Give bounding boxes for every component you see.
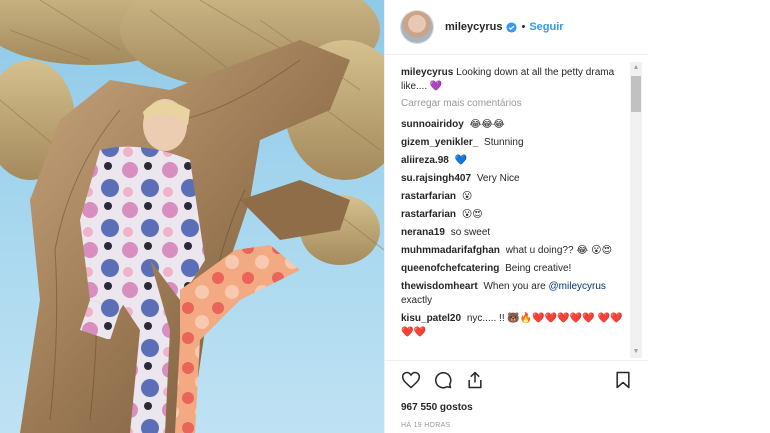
scroll-down-arrow-icon[interactable]: ▼ <box>630 346 642 358</box>
likes-count[interactable]: 967 550 gostos <box>401 402 633 413</box>
comment-username[interactable]: muhmmadarifafghan <box>401 245 500 256</box>
emoji-group-icon: 😂 😮😍 <box>576 245 613 256</box>
comment: nerana19 so sweet <box>401 226 627 240</box>
load-more-comments-link[interactable]: Carregar mais comentários <box>401 98 627 109</box>
comment-username[interactable]: aliireza.98 <box>401 155 449 166</box>
comment-text: Being creative! <box>505 263 572 274</box>
comment-username[interactable]: su.rajsingh407 <box>401 173 471 184</box>
comment-text: so sweet <box>450 227 491 238</box>
post-actions: 967 550 gostos HÁ 19 HORAS <box>385 360 649 429</box>
comment: sunnoairidoy 😂😂😂 <box>401 118 627 132</box>
purple-heart-icon: 💜 <box>429 81 443 92</box>
comment: queenofchefcatering Being creative! <box>401 262 627 276</box>
post-photo[interactable] <box>0 0 384 433</box>
comment: aliireza.98 💙 <box>401 154 627 168</box>
comment: su.rajsingh407 Very Nice <box>401 172 627 186</box>
action-icons <box>401 369 633 391</box>
share-icon[interactable] <box>465 370 485 390</box>
caption-username[interactable]: mileycyrus <box>401 67 453 78</box>
surprised-heart-eyes-emoji-icon: 😮😍 <box>461 209 483 220</box>
post-header: mileycyrus • Seguir <box>385 0 648 55</box>
avatar[interactable] <box>401 11 433 43</box>
comment-text: Very Nice <box>476 173 520 184</box>
page-background <box>648 0 770 433</box>
comment-username[interactable]: queenofchefcatering <box>401 263 499 274</box>
header-separator: • <box>521 21 526 33</box>
comment-mention-link[interactable]: @mileycyrus <box>549 281 606 292</box>
comment-text: When you are <box>483 281 546 292</box>
bookmark-icon[interactable] <box>613 370 633 390</box>
comment-username[interactable]: thewisdomheart <box>401 281 478 292</box>
comment-username[interactable]: sunnoairidoy <box>401 119 464 130</box>
instagram-post: mileycyrus • Seguir mileycyrus Looking do… <box>0 0 770 433</box>
heart-icon[interactable] <box>401 370 421 390</box>
comment: thewisdomheart When you are @mileycyrus … <box>401 280 627 308</box>
comment-icon[interactable] <box>433 370 453 390</box>
post-author-username[interactable]: mileycyrus <box>445 21 502 33</box>
post-timestamp: HÁ 19 HORAS <box>401 422 451 429</box>
comment-text: nyc..... !! <box>466 313 505 324</box>
comments-list[interactable]: mileycyrus Looking down at all the petty … <box>385 56 649 360</box>
scroll-up-arrow-icon[interactable]: ▲ <box>630 62 642 74</box>
post-side-panel: mileycyrus • Seguir mileycyrus Looking do… <box>384 0 649 433</box>
follow-button[interactable]: Seguir <box>529 21 563 33</box>
laughing-emoji-icon: 😂😂😂 <box>469 119 505 130</box>
comment: rastarfarian 😮😍 <box>401 208 627 222</box>
comment-username[interactable]: nerana19 <box>401 227 445 238</box>
blue-heart-icon: 💙 <box>454 155 468 166</box>
comment-username[interactable]: rastarfarian <box>401 209 456 220</box>
comment-username[interactable]: rastarfarian <box>401 191 456 202</box>
comment: muhmmadarifafghan what u doing?? 😂 😮😍 <box>401 244 627 258</box>
comment: gizem_yenikler_ Stunning <box>401 136 627 150</box>
comment: kisu_patel20 nyc..... !! 🐻🔥❤️❤️❤️❤️❤️ ❤️… <box>401 312 627 340</box>
comment-text: what u doing?? <box>505 245 574 256</box>
caption: mileycyrus Looking down at all the petty … <box>401 66 627 94</box>
comment-username[interactable]: gizem_yenikler_ <box>401 137 478 148</box>
comment-text: Stunning <box>484 137 524 148</box>
tree-photo-illustration <box>0 0 384 433</box>
comment-text-after: exactly <box>401 295 433 306</box>
surprised-emoji-icon: 😮 <box>461 191 473 202</box>
verified-badge-icon <box>506 21 518 33</box>
comments-scrollbar[interactable]: ▲ ▼ <box>630 62 642 358</box>
scroll-thumb[interactable] <box>631 76 641 112</box>
comment-username[interactable]: kisu_patel20 <box>401 313 461 324</box>
comment: rastarfarian 😮 <box>401 190 627 204</box>
